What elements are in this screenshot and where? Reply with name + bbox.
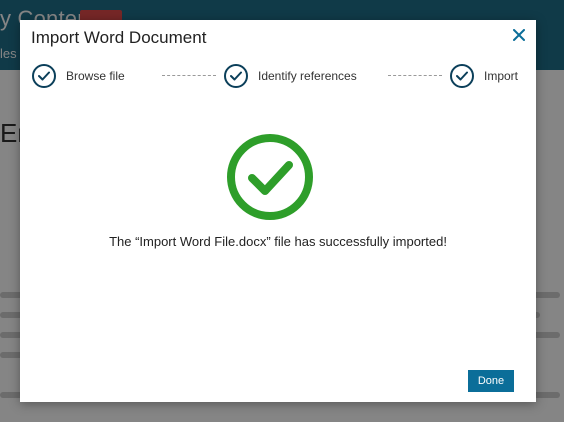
step-browse-file: Browse file (32, 64, 125, 88)
step-label: Identify references (258, 69, 357, 83)
close-icon (513, 29, 525, 41)
import-word-dialog: Import Word Document Browse file Identif… (20, 20, 536, 402)
success-message: The “Import Word File.docx” file has suc… (109, 234, 447, 249)
step-separator (162, 75, 216, 76)
step-label: Import (484, 69, 519, 83)
done-button[interactable]: Done (468, 370, 514, 392)
check-circle-icon (224, 64, 248, 88)
step-import: Import (450, 64, 518, 88)
step-identify-references: Identify references (224, 64, 357, 88)
progress-steps: Browse file Identify references Import (32, 64, 522, 88)
success-check-icon (227, 134, 313, 220)
check-circle-icon (450, 64, 474, 88)
check-circle-icon (32, 64, 56, 88)
step-label: Browse file (66, 69, 125, 83)
step-separator (388, 75, 442, 76)
close-button[interactable] (510, 26, 528, 44)
dialog-title: Import Word Document (31, 28, 207, 47)
